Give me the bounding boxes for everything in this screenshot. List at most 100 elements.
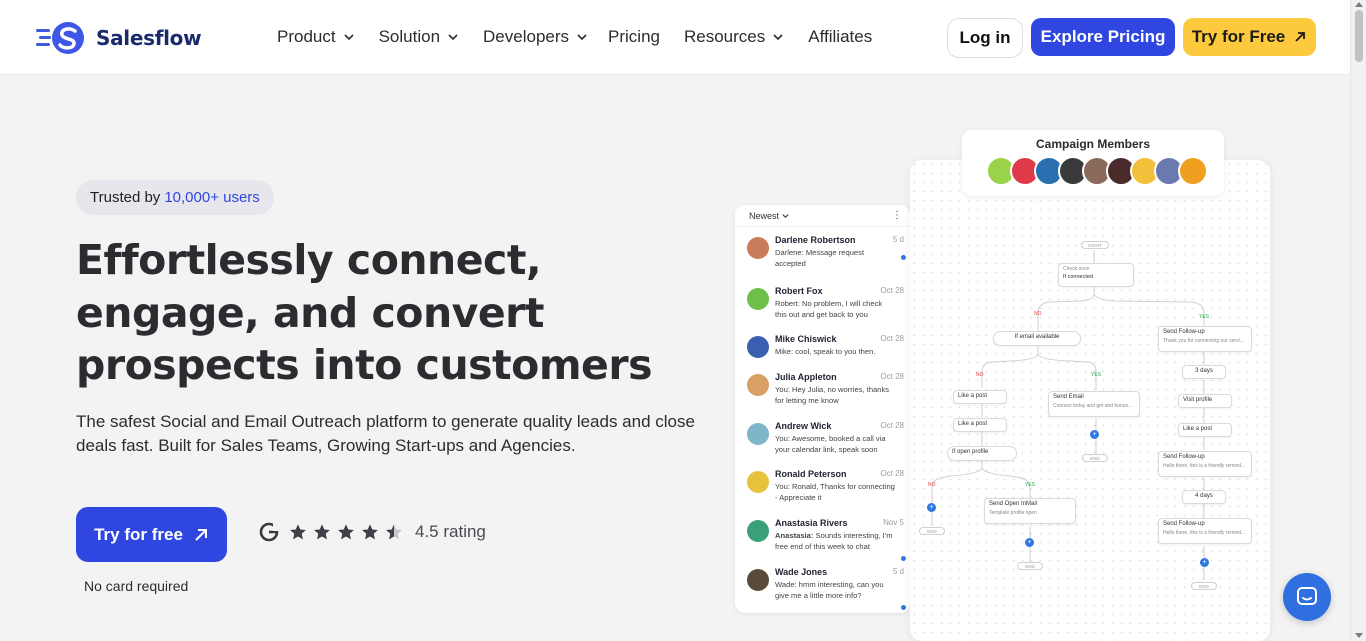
conversation-body: Mike Chiswick Oct 28 Mike: cool, speak to … (775, 330, 904, 358)
conversation-item[interactable]: Wade Jones 5 d Wade: hmm interesting, can … (735, 563, 910, 610)
chevron-down-icon (782, 214, 789, 218)
hero-title: Effortlessly connect, engage, and conver… (76, 236, 652, 389)
node-if-connected: If connected (1063, 274, 1093, 280)
hero-subtitle: The safest Social and Email Outreach pla… (76, 412, 695, 455)
unread-indicator-icon (901, 255, 906, 260)
conversation-header: Anastasia Rivers Nov 5 (775, 518, 904, 528)
explore-pricing-button[interactable]: Explore Pricing (1031, 18, 1175, 56)
nav-developers[interactable]: Developers (483, 27, 588, 47)
node-send-email-label: Send Email (1053, 394, 1084, 400)
flow-node-followup-2[interactable]: Send Follow-up Hello there, this is a fr… (1158, 451, 1252, 477)
flow-node-followup-3[interactable]: Send Follow-up Hello there, this is a fr… (1158, 518, 1252, 544)
nav-pricing[interactable]: Pricing (608, 27, 660, 47)
salesflow-logo-icon (36, 22, 84, 54)
trusted-prefix: Trusted by (90, 189, 161, 206)
flow-end: END (1082, 454, 1108, 462)
star-icon (338, 524, 354, 540)
page-scrollbar[interactable] (1350, 0, 1366, 641)
node-followup-2-sub: Hello there, this is a friendly remind..… (1163, 463, 1246, 469)
conversation-item[interactable]: Anastasia Rivers Nov 5 Anastasia: Sounds i… (735, 514, 910, 561)
try-for-free-button[interactable]: Try for Free (1183, 18, 1316, 56)
conversation-item[interactable]: Andrew Wick Oct 28 You: Awesome, booked a … (735, 417, 910, 455)
add-step-icon[interactable]: + (1025, 538, 1034, 547)
flow-start: START (1081, 241, 1109, 249)
message-preview: You: Awesome, booked a call via your cal… (775, 434, 886, 454)
contact-name: Julia Appleton (775, 372, 837, 382)
scroll-up-arrow-icon[interactable] (1355, 2, 1363, 7)
flow-node-open-inmail[interactable]: Send Open InMail Template profile open (984, 498, 1076, 524)
add-step-icon[interactable]: + (1200, 558, 1209, 567)
node-followup-2-label: Send Follow-up (1163, 454, 1205, 460)
star-icon (314, 524, 330, 540)
conversation-item[interactable]: Julia Appleton Oct 28 You: Hey Julia, no w… (735, 368, 910, 406)
avatar (747, 471, 769, 493)
brand-logo[interactable]: Salesflow (36, 20, 202, 56)
message-date: Nov 5 (883, 518, 904, 527)
scroll-down-arrow-icon[interactable] (1355, 633, 1363, 638)
nav-resources[interactable]: Resources (684, 27, 784, 47)
conversation-header: Robert Fox Oct 28 (775, 286, 904, 296)
nav-affiliates[interactable]: Affiliates (808, 27, 872, 47)
inbox-preview: Newest ⋮ Darlene Robertson 5 d Darlene: Me… (735, 205, 910, 613)
more-options-icon[interactable]: ⋮ (892, 210, 902, 221)
no-card-note: No card required (84, 578, 189, 594)
node-followup-3-label: Send Follow-up (1163, 521, 1205, 527)
nav-developers-label: Developers (483, 27, 570, 46)
flow-node-followup-1[interactable]: Send Follow-up Thank you for connecting … (1158, 326, 1252, 352)
node-followup-3-sub: Hello there, this is a friendly remind..… (1163, 530, 1246, 536)
hero-try-free-button[interactable]: Try for free (76, 507, 227, 562)
sort-dropdown[interactable]: Newest (749, 211, 789, 221)
message-preview: Mike: cool, speak to you then. (775, 347, 876, 356)
chat-widget-button[interactable] (1283, 573, 1331, 621)
node-four-days-label: 4 days (1195, 493, 1213, 499)
avatar (747, 423, 769, 445)
message-preview: Robert: No problem, I will check this ou… (775, 299, 883, 319)
nav-product[interactable]: Product (277, 27, 355, 47)
chevron-down-icon (577, 34, 587, 41)
flow-node-like-post-3[interactable]: Like a post (1178, 423, 1232, 437)
conversation-item[interactable]: Robert Fox Oct 28 Robert: No problem, I wi… (735, 282, 910, 320)
chevron-down-icon (773, 34, 783, 41)
avatar (747, 336, 769, 358)
flow-end: END (919, 527, 945, 535)
flow-node-three-days[interactable]: 3 days (1182, 365, 1226, 379)
rating-text: 4.5 rating (415, 522, 486, 541)
contact-name: Wade Jones (775, 567, 828, 577)
contact-name: Robert Fox (775, 286, 823, 296)
flow-node-check-connected[interactable]: Check once If connected (1058, 263, 1134, 287)
message-preview: You: Ronald, Thanks for connecting - App… (775, 482, 895, 502)
g2-logo-icon (259, 522, 279, 542)
branch-yes-label: YES (1025, 482, 1036, 488)
node-like-post-2-label: Like a post (958, 421, 988, 427)
member-avatars (986, 156, 1208, 186)
contact-name: Ronald Peterson (775, 469, 847, 479)
trusted-users-count: 10,000+ users (164, 189, 260, 206)
node-if-open-profile-label: If open profile (952, 449, 989, 455)
node-if-email-label: If email available (1014, 334, 1060, 340)
avatar (747, 374, 769, 396)
contact-name: Andrew Wick (775, 421, 832, 431)
message-date: Oct 28 (880, 469, 904, 478)
flow-node-if-email[interactable]: If email available (993, 331, 1081, 346)
flow-node-visit-profile[interactable]: Visit profile (1178, 394, 1232, 408)
branch-yes-label: YES (1199, 314, 1210, 320)
conversation-item[interactable]: Darlene Robertson 5 d Darlene: Message req… (735, 231, 910, 269)
login-button[interactable]: Log in (947, 18, 1023, 58)
contact-name: Darlene Robertson (775, 235, 856, 245)
add-step-icon[interactable]: + (927, 503, 936, 512)
nav-solution[interactable]: Solution (379, 27, 459, 47)
node-three-days-label: 3 days (1195, 368, 1213, 374)
star-icon (362, 524, 378, 540)
arrow-up-right-icon (1295, 32, 1306, 42)
conversation-item[interactable]: Mike Chiswick Oct 28 Mike: cool, speak to … (735, 330, 910, 358)
inbox-header: Newest ⋮ (735, 205, 910, 227)
conversation-item[interactable]: Ronald Peterson Oct 28 You: Ronald, Thanks… (735, 465, 910, 503)
flow-node-if-open-profile[interactable]: If open profile (947, 446, 1017, 461)
add-step-icon[interactable]: + (1090, 430, 1099, 439)
flow-node-like-post-2[interactable]: Like a post (953, 418, 1007, 432)
flow-node-four-days[interactable]: 4 days (1182, 490, 1226, 504)
scroll-thumb[interactable] (1355, 10, 1363, 62)
flow-node-send-email[interactable]: Send Email Connect today and get and bon… (1048, 391, 1140, 417)
flow-node-like-post-1[interactable]: Like a post (953, 390, 1007, 404)
message-date: Oct 28 (880, 372, 904, 381)
